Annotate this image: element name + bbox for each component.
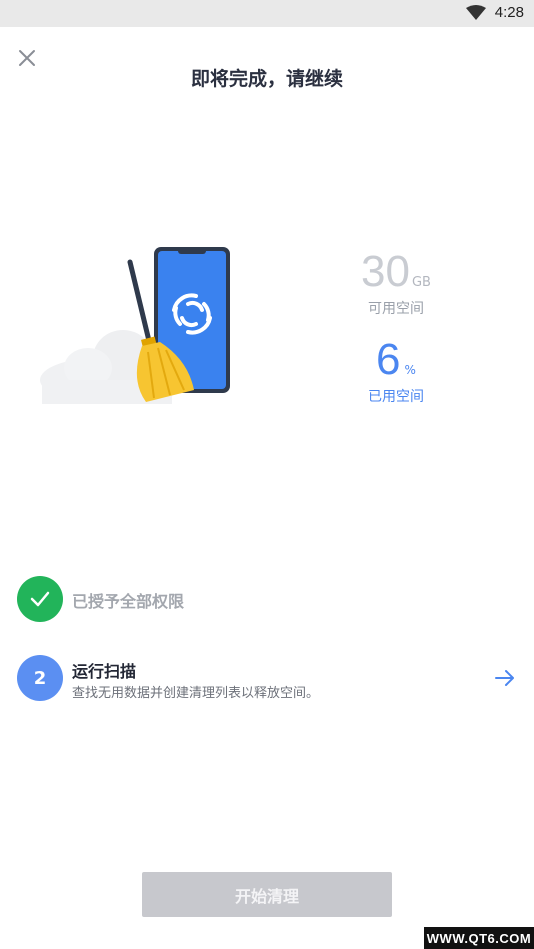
used-space-unit: % [404,363,416,377]
page-title: 即将完成，请继续 [190,68,343,90]
status-time: 4:28 [494,4,524,21]
free-space-value: 30 [361,247,410,296]
step-permissions-label: 已授予全部权限 [72,592,185,611]
phone-broom-illustration [40,247,230,404]
step-done-badge [17,576,63,622]
step-run-scan-label: 运行扫描 [72,662,137,681]
wifi-icon [466,5,486,20]
used-space-value: 6 [376,335,401,384]
storage-summary: 30 GB 可用空间 6% 已用空间 [336,248,456,406]
used-space-label: 已用空间 [368,389,424,405]
step-run-scan[interactable]: 2 运行扫描 查找无用数据并创建清理列表以释放空间。 [17,655,517,701]
used-space: 6% [336,336,456,384]
free-space-label: 可用空间 [368,301,424,317]
free-space-unit: GB [411,275,431,290]
step-permissions: 已授予全部权限 [17,576,517,622]
free-space: 30 GB [336,248,456,296]
step-number-badge: 2 [17,655,63,701]
status-bar: 4:28 [0,0,534,27]
start-clean-button[interactable]: 开始清理 [142,872,392,917]
check-icon [30,591,50,607]
step-run-scan-description: 查找无用数据并创建清理列表以释放空间。 [72,686,320,701]
arrow-right-icon[interactable] [493,666,517,690]
watermark: WWW.QT6.COM [424,927,534,949]
